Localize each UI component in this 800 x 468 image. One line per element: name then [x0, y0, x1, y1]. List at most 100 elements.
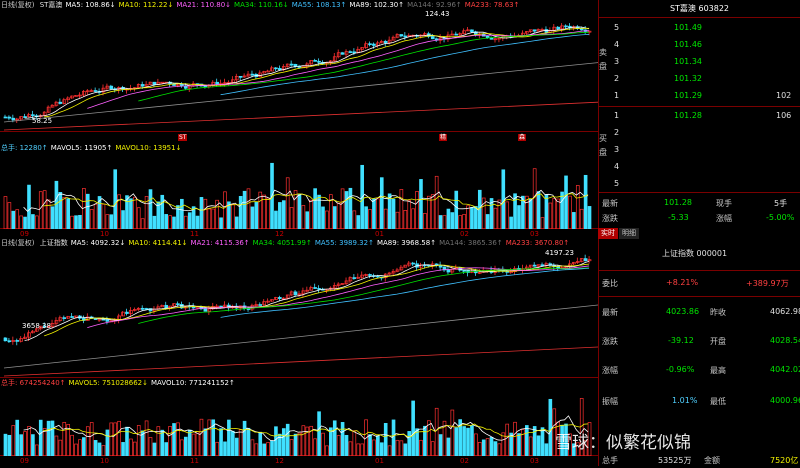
index-vol-bar: [234, 437, 239, 456]
marker-sen[interactable]: 森: [518, 134, 527, 141]
index-candle: [27, 332, 31, 338]
stock-date-2: 11: [190, 230, 199, 238]
chart-area[interactable]: 日线(复权) ST嘉澳 MA5: 108.86↓ MA10: 112.22↓ MA21…: [0, 0, 598, 466]
index-vol-bar: [434, 407, 439, 456]
stock-candle: [352, 51, 357, 54]
stock-candle: [458, 33, 462, 36]
stock-vol-bar: [129, 198, 133, 229]
sell-row-1[interactable]: 1 101.29 102: [598, 88, 800, 104]
index-vol-bar: [289, 439, 294, 456]
index-candle: [364, 274, 368, 276]
index-vol-bar: [258, 431, 263, 456]
stock-candle: [344, 51, 349, 55]
index-candle: [278, 297, 282, 300]
index-candle: [317, 288, 321, 290]
index-vol-bar: [242, 420, 247, 456]
stock-volume-panel[interactable]: 总手: 12280↑ MAVOL5: 11905↑ MAVOL10: 13951↓: [0, 143, 598, 229]
index-vol-bar: [19, 434, 23, 456]
index-vol-bar: [262, 443, 266, 456]
sell-row-4[interactable]: 4 101.46: [598, 37, 800, 53]
stock-candle: [454, 33, 459, 36]
stock-vol-bar: [556, 198, 560, 229]
stock-daily-label: 日线(复权): [1, 1, 35, 9]
index-vol-bar: [85, 426, 90, 456]
stock-vol-bar: [223, 191, 227, 229]
marker-st[interactable]: ST: [178, 134, 188, 141]
sell-row-5[interactable]: 5 101.49: [598, 20, 800, 36]
index-candle: [579, 258, 584, 262]
tab-realtime[interactable]: 实时: [598, 228, 618, 239]
stock-vol-bar: [305, 211, 310, 229]
index-volume-panel[interactable]: 总手: 674254240↑ MAVOL5: 751028662↓ MAVOL10:…: [0, 378, 598, 456]
stock-vol-bar: [497, 199, 502, 229]
index-vol-bar: [215, 441, 219, 456]
stock-vol-bar: [58, 192, 63, 229]
index-candle: [74, 315, 78, 318]
stock-vol-bar: [85, 193, 90, 229]
index-vol-bar: [152, 442, 157, 456]
stock-vol-bar: [246, 188, 251, 229]
stock-vol-bar: [297, 193, 302, 229]
stock-date-6: 03: [530, 230, 539, 238]
stock-candle: [266, 70, 270, 73]
index-vol-bar: [89, 422, 94, 456]
index-vol-bar: [489, 436, 494, 456]
index-vol-bar: [493, 441, 498, 456]
index-vol-bar: [521, 429, 525, 456]
index-vol-bar: [70, 434, 74, 456]
index-vol-bar: [513, 421, 517, 456]
stock-vol-bar: [113, 169, 118, 229]
stock-vol-bar: [454, 190, 459, 229]
index-vol-bar: [11, 425, 16, 456]
index-vol-bar: [340, 422, 345, 456]
index-date-5: 02: [460, 457, 469, 465]
stock-candle: [31, 114, 35, 117]
index-candle: [23, 336, 27, 339]
buy-row-3[interactable]: 3: [598, 142, 800, 158]
stock-vol-bar: [27, 184, 31, 229]
index-vol-bar: [403, 443, 408, 456]
index-candle: [3, 337, 8, 342]
stock-ma-2: MA10: 112.22↓: [118, 1, 174, 9]
buy-row-5[interactable]: 5: [598, 176, 800, 192]
index-volume-chart[interactable]: [0, 378, 598, 456]
index-candle: [105, 319, 110, 322]
index-ma-6: MA89: 3968.58↑: [376, 239, 437, 247]
index-ma-8: MA233: 3670.80↑: [505, 239, 570, 247]
stock-candle: [140, 84, 145, 87]
stock-vol-bar: [199, 197, 204, 229]
index-vol-bar: [133, 441, 137, 456]
buy-row-4[interactable]: 4: [598, 159, 800, 175]
buy-row-2[interactable]: 2: [598, 125, 800, 141]
stock-vol-bar: [368, 209, 372, 229]
stock-price-panel[interactable]: 日线(复权) ST嘉澳 MA5: 108.86↓ MA10: 112.22↓ MA21…: [0, 0, 598, 132]
index-vol-bar: [97, 442, 102, 456]
index-vol-bar: [223, 441, 227, 456]
index-candle: [387, 272, 392, 275]
buy-row-1[interactable]: 1 101.28 106: [598, 108, 800, 124]
index-vol_legend-2: MAVOL10: 771241152↑: [150, 379, 235, 387]
tab-detail[interactable]: 明细: [619, 228, 639, 239]
index-candle: [391, 270, 396, 274]
index-candle: [352, 277, 357, 279]
index-price-panel[interactable]: 日线(复权) 上证指数 MA5: 4092.32↓ MA10: 4114.41↓ MA…: [0, 238, 598, 378]
marker-jing[interactable]: 精: [439, 134, 448, 141]
stock-vol-bar: [66, 198, 70, 229]
index-vol-bar: [348, 441, 353, 456]
sell-row-3[interactable]: 3 101.34: [598, 54, 800, 70]
stock-candle: [313, 60, 317, 62]
stock-vol-bar: [289, 207, 294, 229]
stock-vol-bar: [121, 210, 125, 229]
stock-vol-bar: [352, 210, 357, 229]
sell-row-2[interactable]: 2 101.32: [598, 71, 800, 87]
stock-latest-price: 101.28: [664, 198, 692, 207]
index-vol-bar: [164, 442, 168, 456]
stock-volume-chart[interactable]: [0, 143, 598, 229]
stock-candle: [399, 34, 404, 37]
index-candle: [532, 264, 537, 267]
stock-vol-bar: [242, 190, 247, 229]
stock-vol_legend-1: MAVOL5: 11905↑: [50, 144, 113, 152]
index-candlestick-chart[interactable]: [0, 238, 598, 378]
index-candle: [305, 289, 310, 292]
stock-candlestick-chart[interactable]: [0, 0, 598, 132]
